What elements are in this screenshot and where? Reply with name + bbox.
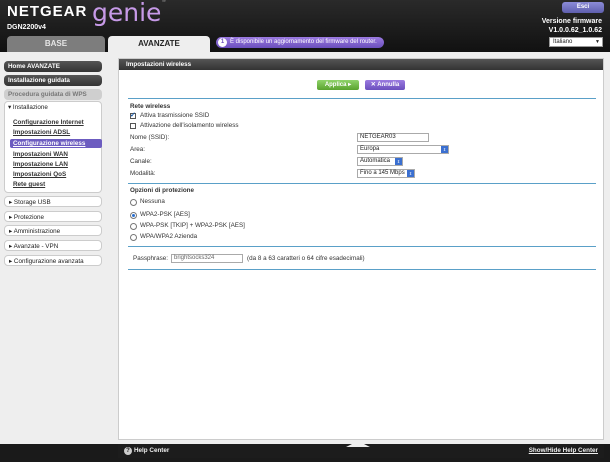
sidebar-item-vpn[interactable]: ▸ Avanzate - VPN <box>4 240 102 251</box>
apply-button[interactable]: Applica ▸ <box>317 80 359 90</box>
sidebar-item-admin[interactable]: ▸ Amministrazione <box>4 225 102 236</box>
page-title: Impostazioni wireless <box>119 59 603 70</box>
passphrase-label: Passphrase: <box>133 255 169 262</box>
content-panel: Impostazioni wireless Applica ▸ ✕ Annull… <box>118 58 604 440</box>
sidebar-item-home[interactable]: Home AVANZATE <box>4 61 102 72</box>
divider <box>128 183 596 184</box>
help-icon: ? <box>124 447 132 455</box>
firmware-update-notice[interactable]: 1È disponibile un aggiornamento del firm… <box>216 37 384 48</box>
security-none-radio[interactable] <box>130 199 137 206</box>
mode-label: Modalità: <box>130 170 156 177</box>
security-enterprise-radio[interactable] <box>130 234 137 241</box>
security-mixed-label: WPA-PSK [TKIP] + WPA2-PSK [AES] <box>140 222 245 229</box>
help-footer: ? Help Center Show/Hide Help Center <box>118 441 604 458</box>
tab-base[interactable]: BASE <box>7 36 105 52</box>
ssid-input[interactable]: NETGEAR03 <box>357 133 429 142</box>
sidebar-item-storage[interactable]: ▸ Storage USB <box>4 196 102 207</box>
wireless-section-title: Rete wireless <box>130 103 171 110</box>
chevron-down-icon: ▼ <box>595 39 600 45</box>
divider <box>128 246 596 247</box>
security-wpa2-radio[interactable] <box>130 212 137 219</box>
language-select[interactable]: Italiano ▼ <box>549 37 603 47</box>
exit-button[interactable]: Esci <box>562 2 604 13</box>
sidebar-item-protection[interactable]: ▸ Protezione <box>4 211 102 222</box>
header: NETGEAR genie® DGN2200v4 Esci Versione f… <box>0 0 610 52</box>
model-name: DGN2200v4 <box>7 24 46 31</box>
firmware-label: Versione firmware <box>541 18 602 25</box>
firmware-version: V1.0.0.62_1.0.62 <box>548 27 602 34</box>
sidebar-item-wan[interactable]: Impostazioni WAN <box>13 151 68 158</box>
sidebar-item-lan[interactable]: Impostazione LAN <box>13 161 68 168</box>
passphrase-hint: (da 8 a 63 caratteri o 64 cifre esadecim… <box>247 255 365 262</box>
security-none-label: Nessuna <box>140 198 165 205</box>
security-mixed-radio[interactable] <box>130 223 137 230</box>
info-icon: 1 <box>218 38 227 47</box>
sidebar-item-qos[interactable]: Impostazioni QoS <box>13 171 66 178</box>
sidebar-item-installation[interactable]: ▾ Installazione <box>4 102 102 113</box>
sidebar-item-guest[interactable]: Rete guest <box>13 181 45 188</box>
isolation-checkbox[interactable] <box>130 123 136 129</box>
chevron-down-icon: ⇕ <box>395 158 402 165</box>
sidebar-item-advanced-config[interactable]: ▸ Configurazione avanzata <box>4 255 102 266</box>
help-center-link[interactable]: ? Help Center <box>124 444 169 458</box>
security-wpa2-label: WPA2-PSK [AES] <box>140 211 190 218</box>
sidebar-item-setup-wizard[interactable]: Installazione guidata <box>4 75 102 86</box>
isolation-label: Attivazione dell'isolamento wireless <box>140 122 239 129</box>
enable-ssid-label: Attiva trasmissione SSID <box>140 112 210 119</box>
enable-ssid-checkbox[interactable] <box>130 111 136 119</box>
ssid-label: Nome (SSID): <box>130 134 170 141</box>
cancel-button[interactable]: ✕ Annulla <box>365 80 405 90</box>
security-section-title: Opzioni di protezione <box>130 187 195 194</box>
sidebar-item-internet[interactable]: Configurazione Internet <box>13 119 84 126</box>
region-label: Area: <box>130 146 146 153</box>
divider <box>128 269 596 270</box>
divider <box>128 98 596 99</box>
sidebar-item-wireless[interactable]: Configurazione wireless <box>10 139 102 148</box>
toggle-help-center-link[interactable]: Show/Hide Help Center <box>529 444 598 458</box>
sidebar-item-adsl[interactable]: Impostazioni ADSL <box>13 129 70 136</box>
chevron-down-icon: ⇕ <box>407 170 414 177</box>
chevron-down-icon: ⇕ <box>441 146 448 153</box>
passphrase-input[interactable]: brightsocks324 <box>171 254 243 263</box>
channel-select[interactable]: Automatica ⇕ <box>357 157 403 166</box>
sidebar-item-wps[interactable]: Procedura guidata di WPS <box>4 89 102 100</box>
region-select[interactable]: Europa ⇕ <box>357 145 449 154</box>
security-enterprise-label: WPA/WPA2 Azienda <box>140 233 198 240</box>
genie-logo: genie® <box>92 0 167 27</box>
tab-advanced[interactable]: AVANZATE <box>108 36 210 52</box>
expand-arrow-icon[interactable] <box>346 441 370 447</box>
netgear-logo: NETGEAR <box>7 3 88 20</box>
channel-label: Canale: <box>130 158 152 165</box>
mode-select[interactable]: Fino a 145 Mbps ⇕ <box>357 169 415 178</box>
